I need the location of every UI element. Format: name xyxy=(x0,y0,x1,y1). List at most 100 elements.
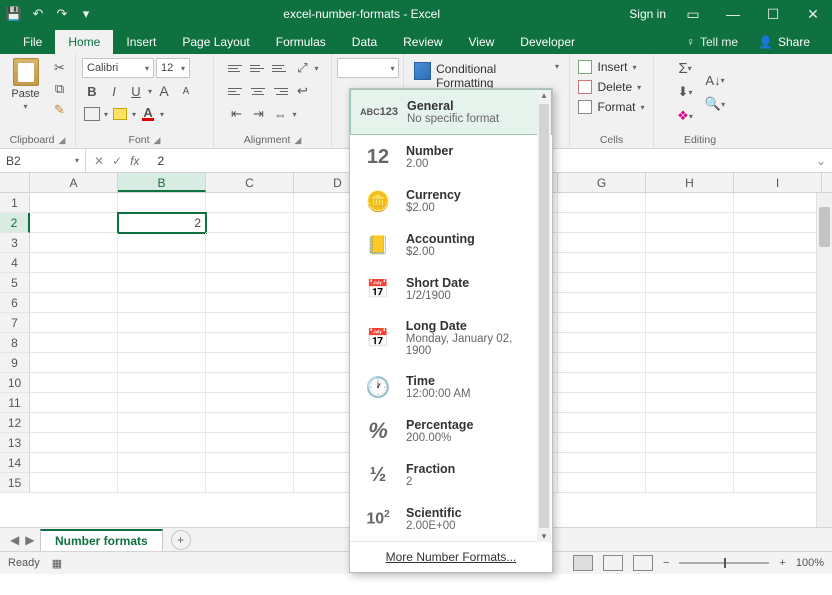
format-cells-button[interactable]: Format▾ xyxy=(574,98,648,116)
column-header[interactable]: B xyxy=(118,173,206,192)
ribbon-display-icon[interactable]: ▭ xyxy=(680,6,706,23)
row-header[interactable]: 5 xyxy=(0,273,30,293)
cell[interactable] xyxy=(558,393,646,413)
row-header[interactable]: 13 xyxy=(0,433,30,453)
row-header[interactable]: 2 xyxy=(0,213,30,233)
macro-record-icon[interactable]: ▦ xyxy=(52,557,62,570)
cell[interactable] xyxy=(734,333,822,353)
cell[interactable] xyxy=(30,333,118,353)
cell[interactable] xyxy=(646,253,734,273)
page-layout-view-button[interactable] xyxy=(603,555,623,571)
alignment-dialog-icon[interactable]: ◢ xyxy=(294,135,301,146)
cell[interactable] xyxy=(558,273,646,293)
cell[interactable] xyxy=(206,233,294,253)
cell[interactable] xyxy=(118,233,206,253)
number-format-option[interactable]: 102Scientific2.00E+00 xyxy=(350,497,552,541)
fontcolor-more-icon[interactable]: ▾ xyxy=(160,110,164,119)
expand-formula-bar-icon[interactable]: ⌄ xyxy=(816,154,832,168)
row-header[interactable]: 11 xyxy=(0,393,30,413)
sheet-nav-prev-icon[interactable]: ◀ xyxy=(10,533,19,547)
cell[interactable] xyxy=(30,413,118,433)
select-all-corner[interactable] xyxy=(0,173,30,192)
number-format-option[interactable]: 📅Long DateMonday, January 02, 1900 xyxy=(350,311,552,365)
fill-more-icon[interactable]: ▾ xyxy=(132,110,136,119)
column-header[interactable]: I xyxy=(734,173,822,192)
cell[interactable] xyxy=(118,453,206,473)
zoom-slider[interactable] xyxy=(679,562,769,564)
cell[interactable] xyxy=(646,293,734,313)
font-size-select[interactable]: 12▾ xyxy=(156,58,190,78)
cell[interactable] xyxy=(646,233,734,253)
column-header[interactable]: A xyxy=(30,173,118,192)
cell[interactable] xyxy=(734,453,822,473)
font-color-button[interactable]: A xyxy=(138,104,158,124)
cell[interactable] xyxy=(646,473,734,493)
paste-button[interactable]: Paste ▾ xyxy=(6,58,46,111)
cell[interactable] xyxy=(734,233,822,253)
cell[interactable] xyxy=(558,293,646,313)
row-header[interactable]: 10 xyxy=(0,373,30,393)
maximize-button[interactable]: ☐ xyxy=(760,6,786,23)
column-header[interactable]: G xyxy=(558,173,646,192)
cell[interactable] xyxy=(30,433,118,453)
cell[interactable] xyxy=(118,193,206,213)
cell[interactable] xyxy=(206,473,294,493)
number-format-option[interactable]: ABC123GeneralNo specific format xyxy=(350,89,552,135)
cell[interactable] xyxy=(118,413,206,433)
new-sheet-button[interactable]: + xyxy=(171,530,191,550)
cell[interactable] xyxy=(734,313,822,333)
cell[interactable] xyxy=(734,273,822,293)
qat-customize-icon[interactable]: ▾ xyxy=(78,6,94,22)
cell[interactable] xyxy=(206,373,294,393)
align-top-button[interactable] xyxy=(226,58,246,78)
cell[interactable] xyxy=(206,293,294,313)
close-button[interactable]: ✕ xyxy=(800,6,826,23)
row-header[interactable]: 14 xyxy=(0,453,30,473)
cell[interactable] xyxy=(206,353,294,373)
cell[interactable] xyxy=(734,193,822,213)
number-format-option[interactable]: 📅Short Date1/2/1900 xyxy=(350,267,552,311)
tab-review[interactable]: Review xyxy=(390,30,455,54)
tab-formulas[interactable]: Formulas xyxy=(263,30,339,54)
cell[interactable] xyxy=(734,433,822,453)
fill-color-button[interactable] xyxy=(110,104,130,124)
minimize-button[interactable]: — xyxy=(720,6,746,22)
cell[interactable] xyxy=(646,333,734,353)
cell[interactable] xyxy=(118,373,206,393)
cut-button[interactable] xyxy=(50,58,70,78)
page-break-view-button[interactable] xyxy=(633,555,653,571)
row-header[interactable]: 4 xyxy=(0,253,30,273)
cell[interactable] xyxy=(118,433,206,453)
cell[interactable] xyxy=(206,193,294,213)
cell[interactable] xyxy=(558,373,646,393)
merge-button[interactable]: ⇔ xyxy=(270,104,290,124)
number-format-option[interactable]: 12Number2.00 xyxy=(350,135,552,179)
align-middle-button[interactable] xyxy=(248,58,268,78)
cell[interactable] xyxy=(30,233,118,253)
cell[interactable] xyxy=(30,313,118,333)
delete-cells-button[interactable]: Delete▾ xyxy=(574,78,645,96)
increase-indent-button[interactable]: ⇥ xyxy=(248,104,268,124)
cell[interactable] xyxy=(646,313,734,333)
align-right-button[interactable] xyxy=(270,81,290,101)
row-header[interactable]: 9 xyxy=(0,353,30,373)
cell[interactable] xyxy=(30,293,118,313)
cell[interactable] xyxy=(30,193,118,213)
cell[interactable] xyxy=(558,233,646,253)
sort-filter-button[interactable]: A↓▾ xyxy=(705,70,725,90)
decrease-indent-button[interactable]: ⇤ xyxy=(226,104,246,124)
more-number-formats-link[interactable]: More Number Formats... xyxy=(350,541,552,572)
tab-insert[interactable]: Insert xyxy=(113,30,169,54)
cell[interactable] xyxy=(734,413,822,433)
tab-developer[interactable]: Developer xyxy=(507,30,588,54)
cell[interactable] xyxy=(30,213,118,233)
cell[interactable] xyxy=(646,433,734,453)
row-header[interactable]: 7 xyxy=(0,313,30,333)
cell[interactable] xyxy=(30,393,118,413)
dropdown-scrollbar[interactable] xyxy=(537,90,551,542)
signin-link[interactable]: Sign in xyxy=(629,7,666,21)
cell[interactable] xyxy=(118,473,206,493)
tab-view[interactable]: View xyxy=(456,30,508,54)
fx-icon[interactable]: fx xyxy=(130,154,139,168)
tell-me[interactable]: ♀Tell me xyxy=(676,30,748,54)
